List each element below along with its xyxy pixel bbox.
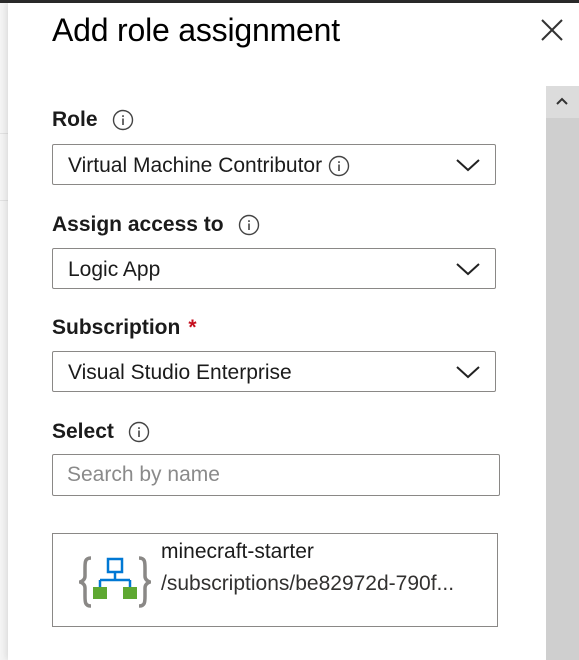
info-icon[interactable] (112, 109, 134, 131)
required-asterisk: * (188, 316, 197, 339)
assign-access-dropdown[interactable]: Logic App (52, 248, 496, 289)
role-dropdown[interactable]: Virtual Machine Contributor (52, 144, 496, 185)
close-icon (541, 19, 563, 41)
info-icon[interactable] (328, 155, 350, 177)
select-label-row: Select (52, 420, 150, 444)
role-dropdown-value: Virtual Machine Contributor (68, 154, 323, 177)
chevron-down-icon (456, 159, 480, 172)
info-icon[interactable] (128, 421, 150, 443)
panel-title: Add role assignment (52, 12, 340, 48)
result-path: /subscriptions/be82972d-790f... (161, 572, 455, 595)
background-page (0, 0, 8, 660)
background-divider (0, 200, 8, 201)
result-name: minecraft-starter (161, 540, 314, 563)
role-label: Role (52, 108, 98, 131)
logic-app-icon (79, 556, 151, 608)
chevron-up-icon (556, 97, 568, 105)
search-result-item[interactable]: minecraft-starter /subscriptions/be82972… (52, 533, 498, 627)
select-label: Select (52, 420, 114, 443)
background-divider (0, 133, 8, 134)
vertical-scrollbar[interactable] (546, 86, 579, 660)
assign-access-dropdown-value: Logic App (68, 258, 161, 281)
subscription-label: Subscription (52, 316, 181, 339)
chevron-down-icon (456, 366, 480, 379)
search-input[interactable] (52, 454, 500, 496)
assign-access-label: Assign access to (52, 213, 224, 236)
info-icon[interactable] (238, 214, 260, 236)
subscription-label-row: Subscription * (52, 316, 197, 340)
role-dropdown-value-row: Virtual Machine Contributor (68, 154, 350, 178)
scroll-up-button[interactable] (546, 86, 579, 118)
subscription-dropdown-value: Visual Studio Enterprise (68, 361, 292, 384)
subscription-dropdown[interactable]: Visual Studio Enterprise (52, 351, 496, 392)
close-button[interactable] (536, 14, 568, 46)
role-label-row: Role (52, 108, 134, 132)
chevron-down-icon (456, 263, 480, 276)
scrollbar-thumb[interactable] (546, 118, 579, 660)
assign-access-label-row: Assign access to (52, 213, 260, 237)
